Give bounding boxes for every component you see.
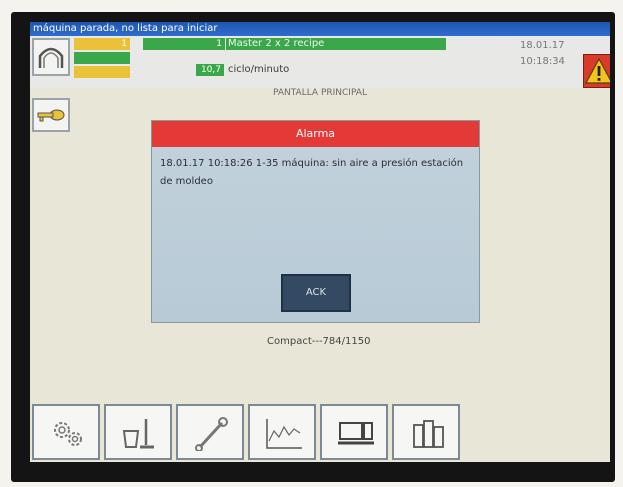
rate-value: 10,7 [196, 64, 224, 76]
time-label: 10:18:34 [520, 56, 565, 67]
documents-icon [413, 420, 444, 448]
key-button[interactable] [32, 98, 70, 132]
machine-monitor-icon [338, 422, 374, 445]
date-label: 18.01.17 [520, 40, 565, 51]
counter-1: 1 [74, 38, 130, 50]
alarm-message: 18.01.17 10:18:26 1-35 máquina: sin aire… [160, 158, 464, 187]
warning-icon [584, 57, 610, 84]
product-label: Compact---784/1150 [267, 336, 371, 347]
screen-title: PANTALLA PRINCIPAL [273, 88, 367, 98]
header-panel: 1 1 Master 2 x 2 recipe 10,7 ciclo/minut… [30, 36, 610, 88]
rate-unit: ciclo/minuto [228, 64, 290, 75]
cleaning-button[interactable] [104, 404, 172, 460]
alarm-button[interactable] [583, 54, 610, 88]
yellow-indicator [74, 66, 130, 78]
status-titlebar: máquina parada, no lista para iniciar [30, 22, 610, 36]
bottom-toolbar [30, 404, 610, 462]
gears-icon [54, 422, 82, 446]
recipe-name: Master 2 x 2 recipe [226, 38, 446, 50]
gears-button[interactable] [32, 404, 100, 460]
machine-cycle-button[interactable] [32, 38, 70, 76]
wrench-icon [195, 417, 228, 451]
trend-button[interactable] [248, 404, 316, 460]
machine-view-button[interactable] [320, 404, 388, 460]
counter-2: 1 [203, 38, 225, 50]
hmi-screen: máquina parada, no lista para iniciar 1 … [30, 22, 610, 462]
key-icon [37, 109, 65, 122]
machine-cycle-icon [38, 47, 64, 68]
documents-button[interactable] [392, 404, 460, 460]
dialog-title: Alarma [152, 121, 479, 147]
maintenance-button[interactable] [176, 404, 244, 460]
cleaning-bucket-icon [122, 419, 154, 449]
trend-chart-icon [266, 419, 302, 449]
ack-button[interactable]: ACK [281, 274, 351, 312]
alarm-dialog: Alarma 18.01.17 10:18:26 1-35 máquina: s… [151, 120, 480, 323]
green-indicator [74, 52, 130, 64]
